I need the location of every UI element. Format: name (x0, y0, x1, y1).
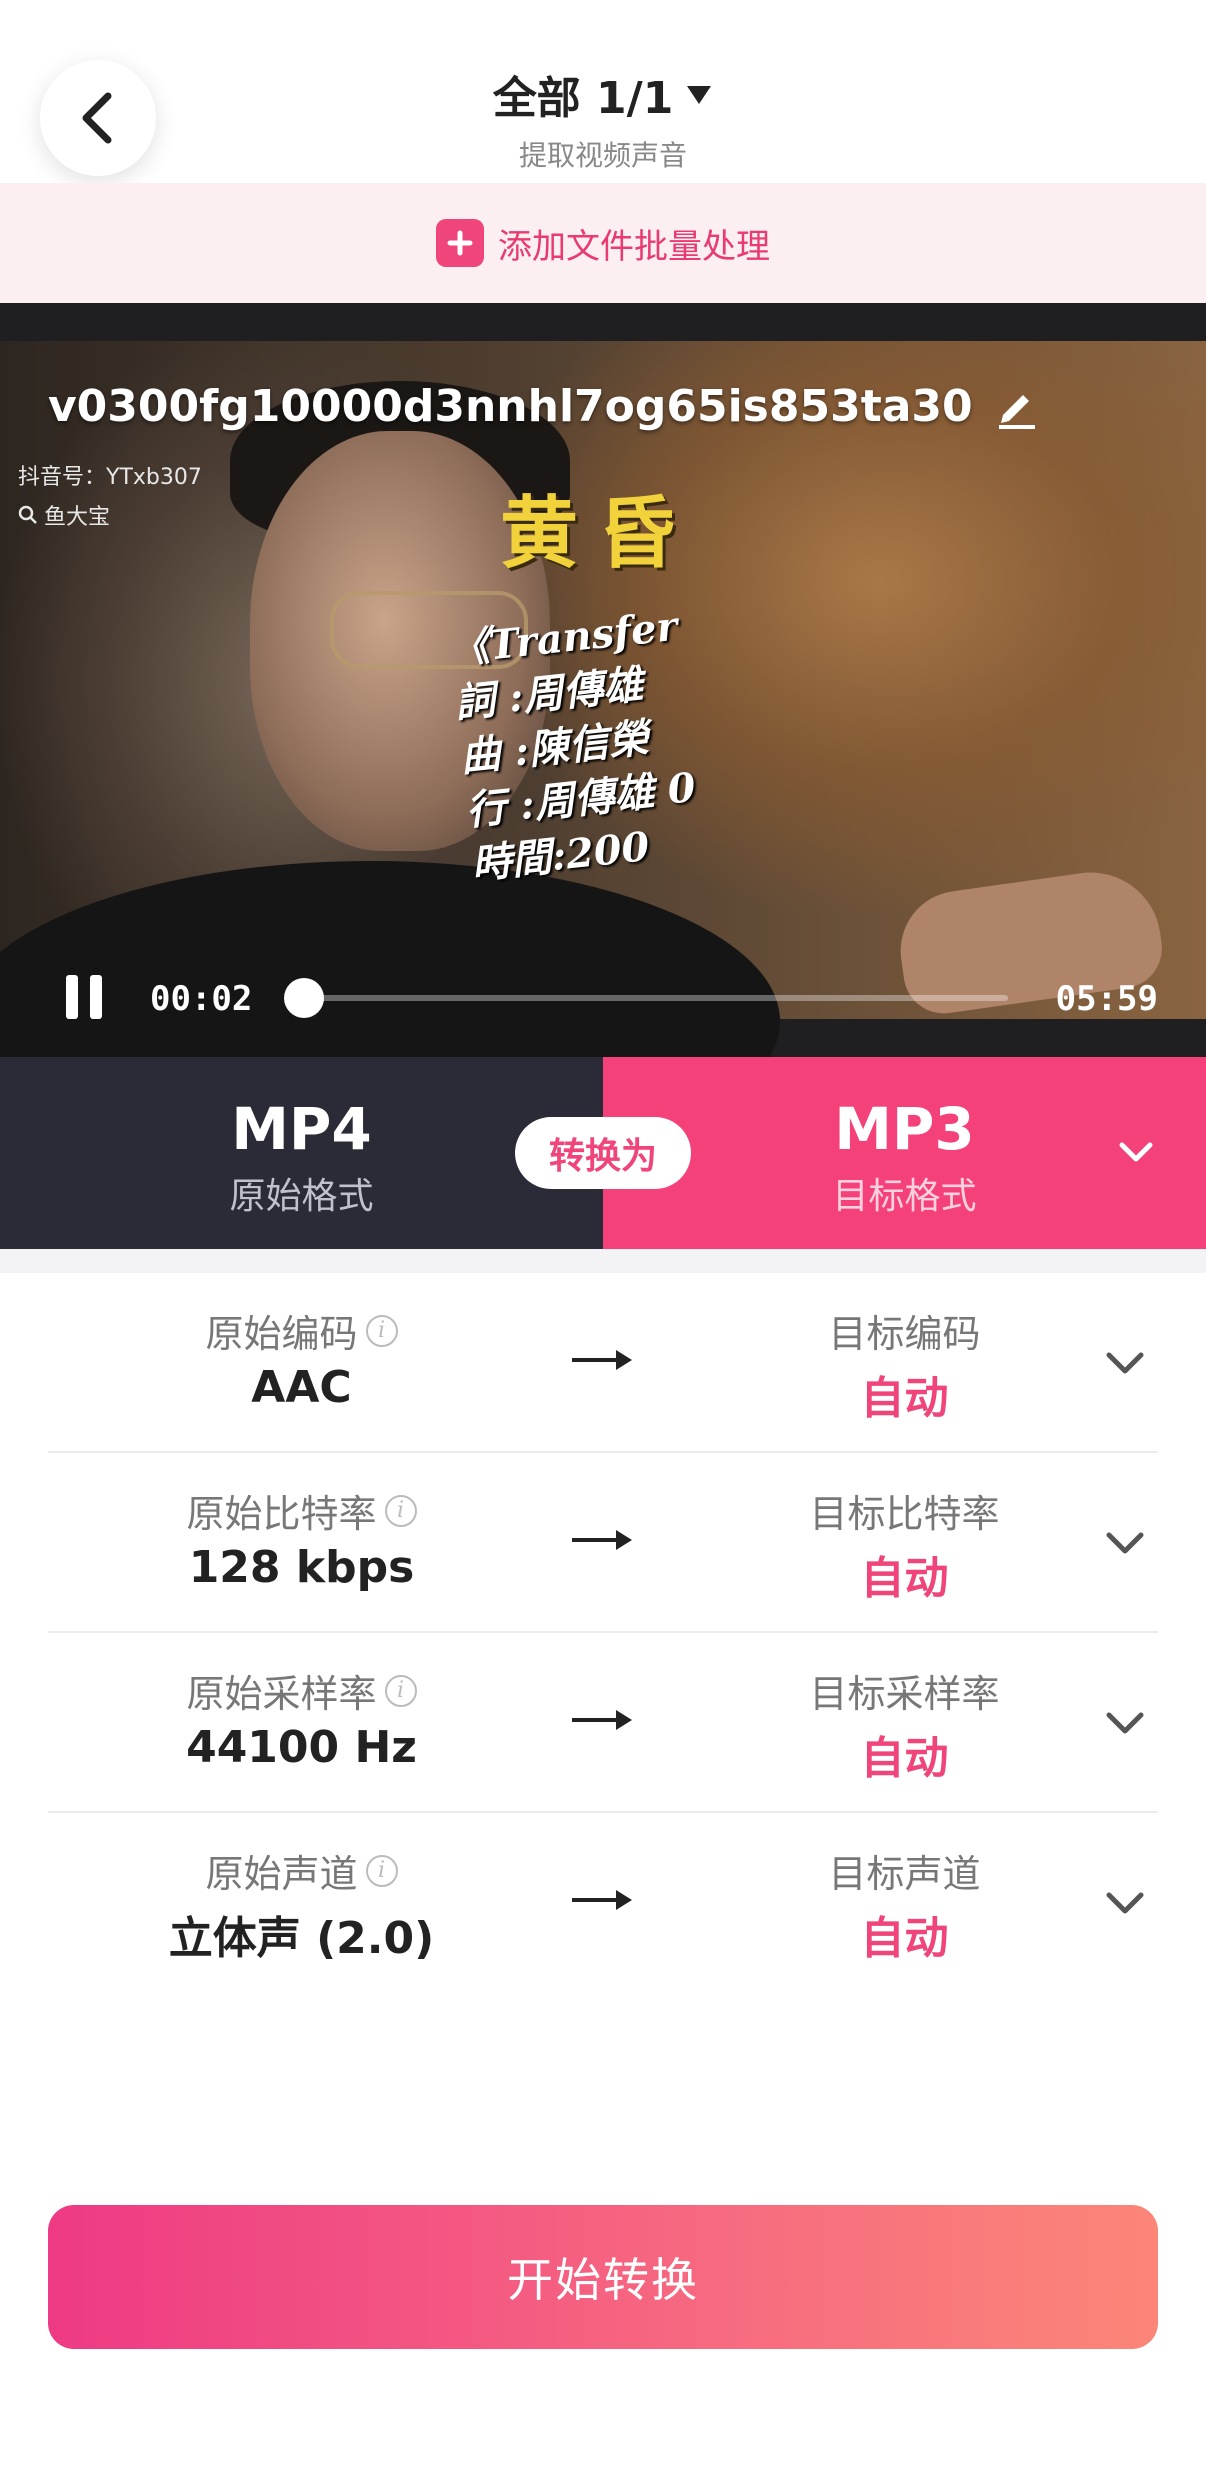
target-bitrate-label: 目标比特率 (809, 1492, 1000, 1536)
video-overlay-title: 黄昏 (500, 488, 697, 579)
target-codec-label: 目标编码 (828, 1312, 981, 1356)
info-icon[interactable]: i (384, 1494, 417, 1527)
source-channels-label-group: 原始声道 i (205, 1843, 398, 1898)
add-files-batch-button[interactable]: 添加文件批量处理 (0, 183, 1206, 303)
watermark-account: 抖音号：YTxb307 (18, 465, 202, 490)
source-format-name: MP4 (231, 1095, 372, 1163)
source-codec: 原始编码 i AAC (0, 1303, 603, 1413)
source-codec-value: AAC (251, 1362, 352, 1413)
add-files-label: 添加文件批量处理 (498, 226, 770, 267)
video-frame: 黄昏 《Transfer 詞 :周傳雄 曲 :陳信榮 行 :周傳雄 0 時間:2… (0, 341, 1206, 1057)
progress-slider[interactable] (284, 978, 1008, 1018)
chevron-down-icon[interactable] (1104, 1347, 1146, 1379)
search-icon (18, 505, 37, 524)
source-samplerate-label-group: 原始采样率 i (186, 1663, 417, 1718)
source-samplerate: 原始采样率 i 44100 Hz (0, 1663, 603, 1773)
info-icon[interactable]: i (384, 1674, 417, 1707)
video-filename[interactable]: v0300fg10000d3nnhl7og65is853ta30 (48, 381, 1039, 432)
source-channels: 原始声道 i 立体声 (2.0) (0, 1843, 603, 1966)
source-channels-label: 原始声道 (205, 1852, 358, 1896)
watermark-user-text: 鱼大宝 (44, 505, 111, 530)
title-group: 全部 1/1 提取视频声音 (0, 62, 1206, 174)
chevron-down-icon[interactable] (1104, 1887, 1146, 1919)
video-filename-text: v0300fg10000d3nnhl7og65is853ta30 (48, 381, 973, 432)
audio-params-list: 原始编码 i AAC 目标编码 自动 原始比特率 i 128 kbps 目标比特… (0, 1273, 1206, 1993)
source-samplerate-value: 44100 Hz (186, 1722, 417, 1773)
convert-to-badge: 转换为 (515, 1117, 691, 1189)
edit-icon[interactable] (995, 385, 1039, 429)
start-convert-label: 开始转换 (507, 2253, 699, 2307)
video-overlay-credits: 《Transfer 詞 :周傳雄 曲 :陳信榮 行 :周傳雄 0 時間:200 (447, 600, 704, 893)
target-samplerate-label: 目标采样率 (809, 1672, 1000, 1716)
target-format-label: 目标格式 (832, 1176, 977, 1217)
param-row-codec: 原始编码 i AAC 目标编码 自动 (0, 1273, 1206, 1453)
file-selector[interactable]: 全部 1/1 (493, 62, 714, 126)
source-codec-label: 原始编码 (205, 1312, 358, 1356)
page-title: 全部 1/1 (492, 73, 674, 124)
source-bitrate: 原始比特率 i 128 kbps (0, 1483, 603, 1593)
target-channels-label: 目标声道 (828, 1852, 981, 1896)
source-codec-label-group: 原始编码 i (205, 1303, 398, 1358)
start-convert-button[interactable]: 开始转换 (48, 2205, 1158, 2349)
source-bitrate-label-group: 原始比特率 i (186, 1483, 417, 1538)
source-format: MP4 原始格式 (0, 1057, 603, 1249)
watermark-user: 鱼大宝 (18, 499, 110, 531)
pause-icon-bar (90, 975, 102, 1019)
pause-icon (66, 975, 78, 1019)
source-bitrate-label: 原始比特率 (186, 1492, 377, 1536)
source-channels-value: 立体声 (2.0) (168, 1913, 435, 1964)
progress-handle[interactable] (284, 978, 325, 1018)
source-samplerate-label: 原始采样率 (186, 1672, 377, 1716)
chevron-down-icon[interactable] (1104, 1527, 1146, 1559)
section-divider (0, 1249, 1206, 1273)
format-selector: MP4 原始格式 MP3 目标格式 转换为 (0, 1057, 1206, 1249)
triangle-down-icon (687, 86, 712, 104)
video-player[interactable]: 黄昏 《Transfer 詞 :周傳雄 曲 :陳信榮 行 :周傳雄 0 時間:2… (0, 303, 1206, 1057)
chevron-down-icon (1119, 1142, 1153, 1162)
chevron-down-icon[interactable] (1104, 1707, 1146, 1739)
playback-controls: 00:02 05:59 (0, 963, 1206, 1033)
plus-icon (436, 219, 484, 267)
page-subtitle: 提取视频声音 (518, 139, 687, 172)
info-icon[interactable]: i (365, 1314, 398, 1347)
param-row-channels: 原始声道 i 立体声 (2.0) 目标声道 自动 (0, 1813, 1206, 1993)
total-time: 05:59 (1055, 979, 1158, 1019)
pause-button[interactable] (66, 975, 106, 1019)
top-bar: 全部 1/1 提取视频声音 (0, 0, 1206, 183)
source-bitrate-value: 128 kbps (188, 1542, 415, 1593)
target-format-dropdown[interactable]: MP3 目标格式 (603, 1057, 1206, 1249)
param-row-bitrate: 原始比特率 i 128 kbps 目标比特率 自动 (0, 1453, 1206, 1633)
source-format-label: 原始格式 (229, 1176, 374, 1217)
param-row-samplerate: 原始采样率 i 44100 Hz 目标采样率 自动 (0, 1633, 1206, 1813)
current-time: 00:02 (150, 979, 253, 1019)
info-icon[interactable]: i (365, 1854, 398, 1887)
